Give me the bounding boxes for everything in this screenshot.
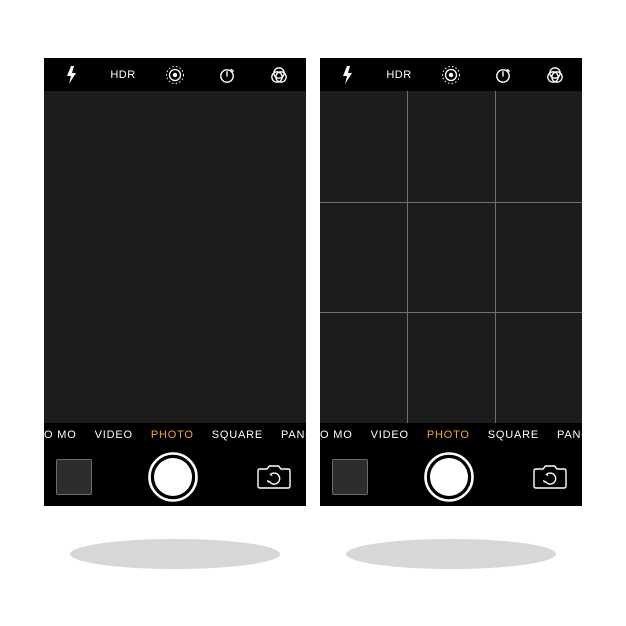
mode-pano[interactable]: PANO (272, 429, 306, 441)
flash-icon (341, 66, 353, 84)
shutter-button[interactable] (148, 452, 198, 502)
live-photo-toggle[interactable] (434, 58, 468, 91)
flash-icon (65, 66, 77, 84)
mode-video[interactable]: VIDEO (362, 429, 418, 441)
camera-swap-button[interactable] (530, 462, 570, 492)
shutter-button[interactable] (424, 452, 474, 502)
camera-bottom-bar (44, 447, 306, 506)
camera-screen-no-grid: HDR (44, 58, 306, 506)
mode-pano[interactable]: PANO (548, 429, 582, 441)
filters-icon (545, 66, 565, 84)
shutter-icon (148, 452, 198, 502)
mode-slomo[interactable]: SLO MO (44, 429, 86, 441)
mode-video[interactable]: VIDEO (86, 429, 142, 441)
mode-strip[interactable]: SLO MO VIDEO PHOTO SQUARE PANO (44, 423, 306, 447)
drop-shadow (70, 539, 280, 569)
last-photo-thumbnail[interactable] (56, 459, 92, 495)
mode-square[interactable]: SQUARE (203, 429, 272, 441)
viewfinder[interactable] (320, 91, 582, 423)
flash-toggle[interactable] (54, 58, 88, 91)
canvas: HDR (0, 0, 626, 626)
hdr-toggle[interactable]: HDR (382, 58, 416, 91)
camera-top-bar: HDR (44, 58, 306, 91)
filters-toggle[interactable] (262, 58, 296, 91)
timer-icon (218, 66, 236, 84)
drop-shadow (346, 539, 556, 569)
camera-swap-button[interactable] (254, 462, 294, 492)
hdr-toggle[interactable]: HDR (106, 58, 140, 91)
mode-photo[interactable]: PHOTO (142, 429, 203, 441)
flash-toggle[interactable] (330, 58, 364, 91)
mode-slomo[interactable]: SLO MO (320, 429, 362, 441)
live-photo-icon (165, 65, 185, 85)
mode-square[interactable]: SQUARE (479, 429, 548, 441)
timer-icon (494, 66, 512, 84)
shutter-icon (424, 452, 474, 502)
camera-top-bar: HDR (320, 58, 582, 91)
camera-screen-with-grid: HDR (320, 58, 582, 506)
filters-toggle[interactable] (538, 58, 572, 91)
last-photo-thumbnail[interactable] (332, 459, 368, 495)
mode-strip[interactable]: SLO MO VIDEO PHOTO SQUARE PANO (320, 423, 582, 447)
live-photo-toggle[interactable] (158, 58, 192, 91)
camera-swap-icon (255, 463, 293, 491)
timer-toggle[interactable] (210, 58, 244, 91)
filters-icon (269, 66, 289, 84)
live-photo-icon (441, 65, 461, 85)
camera-swap-icon (531, 463, 569, 491)
timer-toggle[interactable] (486, 58, 520, 91)
mode-photo[interactable]: PHOTO (418, 429, 479, 441)
viewfinder[interactable] (44, 91, 306, 423)
composition-grid (320, 91, 582, 423)
camera-bottom-bar (320, 447, 582, 506)
